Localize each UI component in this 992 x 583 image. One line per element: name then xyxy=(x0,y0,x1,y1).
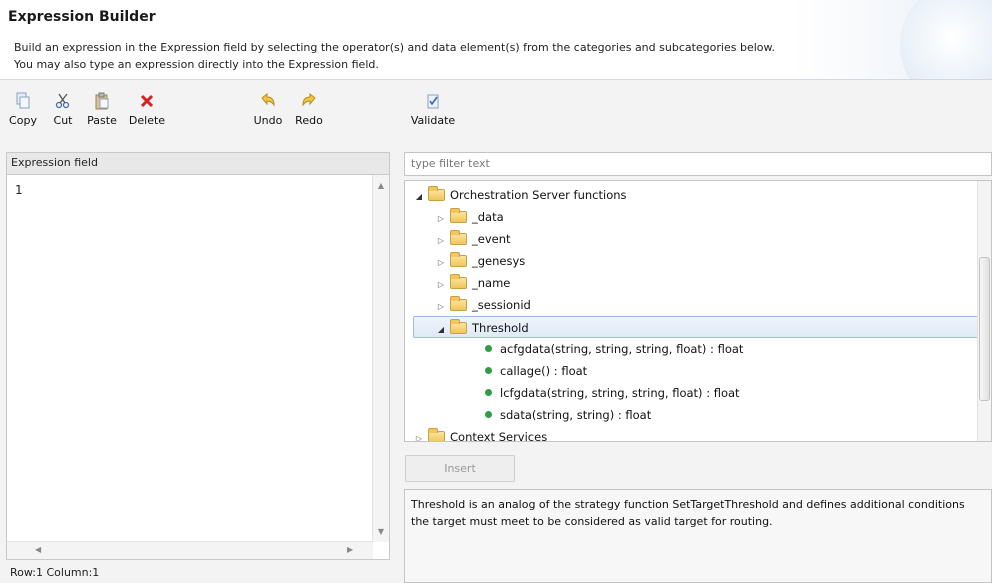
editor-vertical-scrollbar[interactable]: ▲ ▼ xyxy=(372,175,389,542)
collapsed-triangle-icon[interactable]: ▷ xyxy=(413,428,425,441)
function-dot-icon xyxy=(485,389,492,396)
folder-icon xyxy=(428,186,445,201)
collapsed-triangle-icon[interactable]: ▷ xyxy=(435,230,447,252)
function-tree[interactable]: ◢ Orchestration Server functions ▷ _data ▷… xyxy=(404,180,992,442)
tree-item-function[interactable]: acfgdata(string, string, string, float) … xyxy=(485,338,743,360)
tree-item-sessionid[interactable]: ▷ _sessionid xyxy=(435,294,531,316)
paste-button[interactable]: Paste xyxy=(82,92,122,136)
folder-icon xyxy=(450,296,467,311)
filter-input[interactable]: type filter text xyxy=(404,152,992,176)
folder-icon xyxy=(428,428,445,441)
expression-field-header: Expression field xyxy=(6,152,390,174)
folder-icon xyxy=(450,319,467,334)
cursor-position-status: Row:1 Column:1 xyxy=(10,566,100,579)
validate-button[interactable]: Validate xyxy=(404,92,462,136)
insert-button[interactable]: Insert xyxy=(405,455,515,482)
tree-vertical-scrollbar[interactable] xyxy=(977,181,991,441)
undo-button[interactable]: Undo xyxy=(248,92,288,136)
folder-icon xyxy=(450,230,467,245)
scroll-up-icon[interactable]: ▲ xyxy=(373,181,389,190)
tree-item-data[interactable]: ▷ _data xyxy=(435,206,504,228)
tree-item-event[interactable]: ▷ _event xyxy=(435,228,511,250)
scissors-icon xyxy=(48,92,78,112)
tree-item-context-services[interactable]: ▷ Context Services xyxy=(413,426,547,441)
tree-item-threshold[interactable]: ◢ Threshold xyxy=(413,316,981,338)
expanded-triangle-icon[interactable]: ◢ xyxy=(413,186,425,208)
tree-item-function[interactable]: lcfgdata(string, string, string, float) … xyxy=(485,382,740,404)
folder-icon xyxy=(450,252,467,267)
collapsed-triangle-icon[interactable]: ▷ xyxy=(435,296,447,318)
clipboard-icon xyxy=(82,92,122,112)
copy-icon xyxy=(6,92,40,112)
function-dot-icon xyxy=(485,411,492,418)
line-number: 1 xyxy=(15,183,23,197)
copy-button[interactable]: Copy xyxy=(6,92,40,136)
delete-x-icon xyxy=(124,92,170,112)
undo-arrow-icon xyxy=(248,92,288,112)
tree-item-orchestration-server-functions[interactable]: ◢ Orchestration Server functions xyxy=(413,184,627,206)
collapsed-triangle-icon[interactable]: ▷ xyxy=(435,274,447,296)
tree-item-function[interactable]: callage() : float xyxy=(485,360,587,382)
scroll-right-icon[interactable]: ▶ xyxy=(347,545,353,554)
editor-horizontal-scrollbar[interactable]: ◀ ▶ xyxy=(7,541,373,559)
tree-item-name[interactable]: ▷ _name xyxy=(435,272,510,294)
description-line-1: Build an expression in the Expression fi… xyxy=(14,41,775,54)
page-title: Expression Builder xyxy=(8,9,156,25)
validate-checkmark-icon xyxy=(404,92,462,112)
tree-item-genesys[interactable]: ▷ _genesys xyxy=(435,250,525,272)
redo-arrow-icon xyxy=(288,92,330,112)
expression-editor[interactable]: 1 ▲ ▼ ◀ ▶ xyxy=(6,174,390,560)
redo-button[interactable]: Redo xyxy=(288,92,330,136)
folder-icon xyxy=(450,208,467,223)
expanded-triangle-icon[interactable]: ◢ xyxy=(435,319,447,341)
collapsed-triangle-icon[interactable]: ▷ xyxy=(435,208,447,230)
cut-button[interactable]: Cut xyxy=(48,92,78,136)
function-dot-icon xyxy=(485,367,492,374)
scrollbar-thumb[interactable] xyxy=(979,257,990,401)
function-dot-icon xyxy=(485,345,492,352)
collapsed-triangle-icon[interactable]: ▷ xyxy=(435,252,447,274)
delete-button[interactable]: Delete xyxy=(124,92,170,136)
scroll-left-icon[interactable]: ◀ xyxy=(35,545,41,554)
tree-item-function[interactable]: sdata(string, string) : float xyxy=(485,404,651,426)
scroll-down-icon[interactable]: ▼ xyxy=(373,527,389,536)
header: Expression Builder Build an expression i… xyxy=(0,0,992,110)
function-description: Threshold is an analog of the strategy f… xyxy=(404,489,992,583)
folder-icon xyxy=(450,274,467,289)
description-line-2: You may also type an expression directly… xyxy=(14,58,379,71)
page-description: Build an expression in the Expression fi… xyxy=(14,39,775,73)
